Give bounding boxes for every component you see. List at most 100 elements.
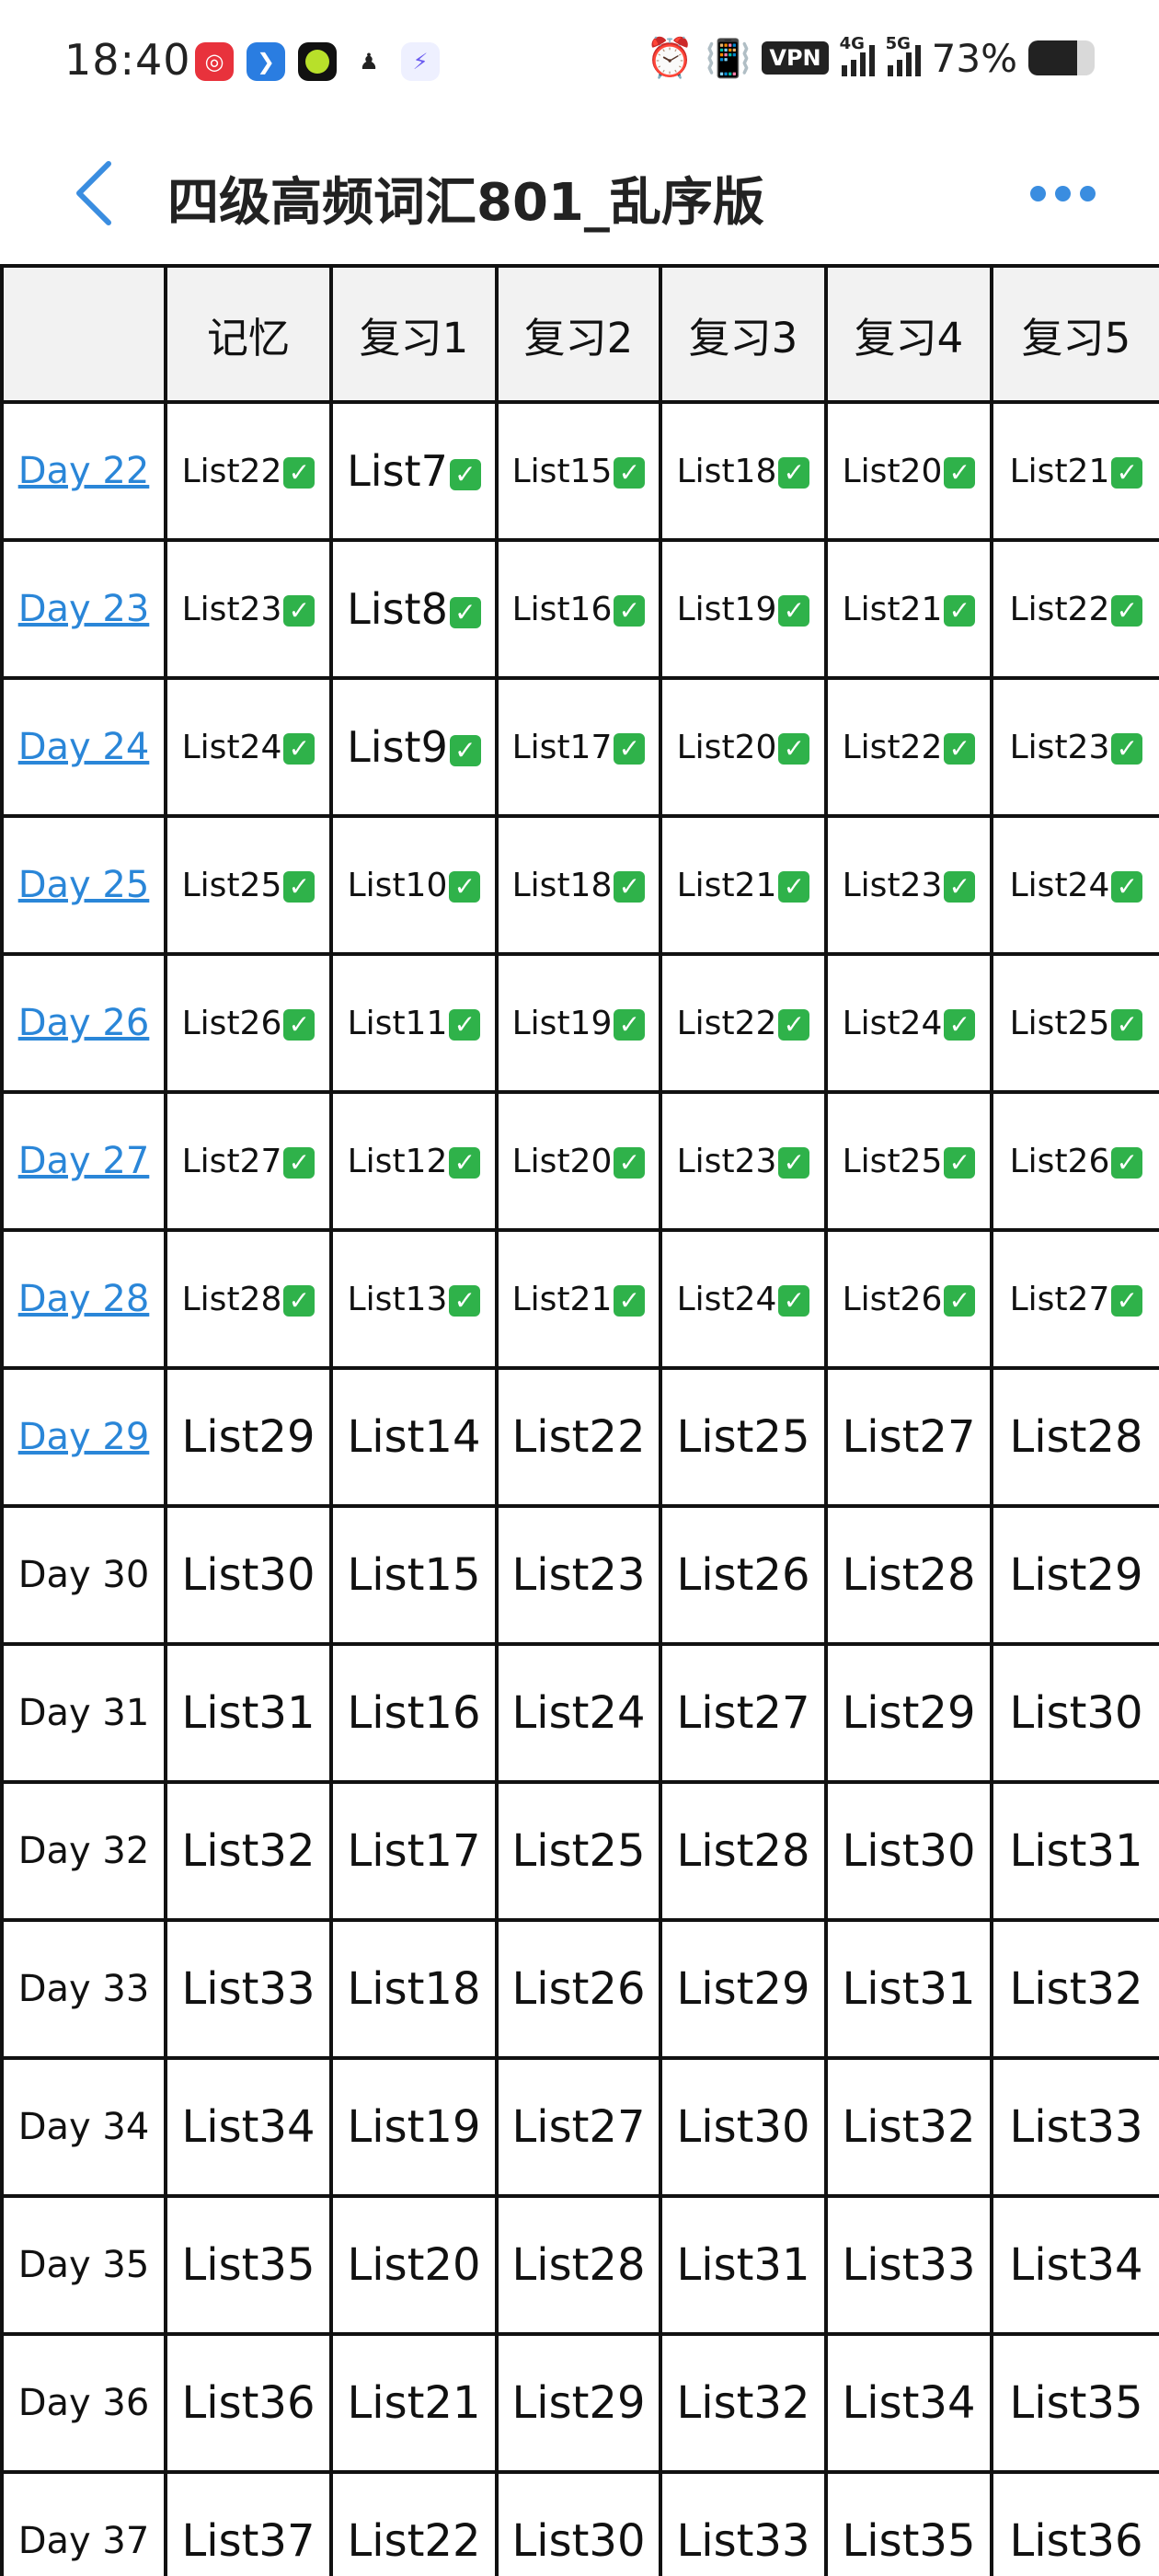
list-cell-label: List16 <box>511 590 613 628</box>
check-mark-icon: ✓ <box>1111 594 1143 627</box>
list-cell: List13 ✓ <box>329 1228 499 1370</box>
table-row: Day 34 List34 List19 List27 List30 List32 List… <box>0 2056 1159 2198</box>
list-cell-label: List15 <box>511 452 613 490</box>
check-mark-icon: ✓ <box>449 1008 481 1041</box>
back-button[interactable] <box>64 156 129 230</box>
column-header: 复习4 <box>824 264 993 404</box>
list-cell: List25 <box>495 1780 662 1922</box>
list-cell-label: List24 <box>1009 866 1110 904</box>
check-mark-icon: ✓ <box>1111 456 1143 489</box>
list-cell: List21 ✓ <box>824 538 993 680</box>
column-header: 复习2 <box>495 264 662 404</box>
netease-music-icon: ◎ <box>195 42 234 81</box>
check-mark-icon: ✓ <box>944 732 976 765</box>
check-mark-icon: ✓ <box>449 1146 481 1179</box>
table-row: Day 32 List32 List17 List25 List28 List30 List… <box>0 1780 1159 1922</box>
list-cell: List30 <box>164 1504 333 1646</box>
list-cell-label: List20 <box>676 728 777 766</box>
list-cell: List29 <box>164 1366 333 1508</box>
check-mark-icon: ✓ <box>449 1284 481 1317</box>
list-cell: List34 <box>164 2056 333 2198</box>
check-mark-icon: ✓ <box>614 456 646 489</box>
table-row: Day 30 List30 List15 List23 List26 List28 List… <box>0 1504 1159 1646</box>
list-cell: List18 <box>329 1918 499 2060</box>
check-mark-icon: ✓ <box>449 596 481 628</box>
list-cell: List24 ✓ <box>659 1228 828 1370</box>
check-mark-icon: ✓ <box>778 870 810 903</box>
list-cell: List30 <box>824 1780 993 1922</box>
list-cell: List27 ✓ <box>990 1228 1159 1370</box>
list-cell-label: List20 <box>842 452 943 490</box>
list-cell: List7 ✓ <box>329 400 499 542</box>
list-cell-label: List22 <box>842 728 943 766</box>
list-cell-label: List26 <box>1009 1142 1110 1180</box>
list-cell-label: List23 <box>676 1142 777 1180</box>
notification-icons: ◎ ❯ ♟ ⚡ <box>195 42 440 81</box>
list-cell: List23 ✓ <box>164 538 333 680</box>
check-mark-icon: ✓ <box>449 734 481 766</box>
list-cell: List24 ✓ <box>990 814 1159 956</box>
list-cell-label: List7 <box>347 446 448 496</box>
schedule-table-container[interactable]: 记忆 复习1 复习2 复习3 复习4 复习5 Day 22 List22 ✓ List7 ✓ Lis… <box>0 264 1159 2576</box>
list-cell: List21 ✓ <box>659 814 828 956</box>
list-cell: List29 <box>824 1642 993 1784</box>
day-link[interactable]: Day 28 <box>0 1228 167 1370</box>
list-cell-label: List21 <box>676 866 777 904</box>
list-cell-label: List26 <box>181 1004 282 1042</box>
list-cell: List22 ✓ <box>824 676 993 818</box>
check-mark-icon: ✓ <box>614 1284 646 1317</box>
list-cell: List30 <box>495 2470 662 2576</box>
list-cell: List27 ✓ <box>164 1090 333 1232</box>
day-link[interactable]: Day 23 <box>0 538 167 680</box>
list-cell: List30 <box>659 2056 828 2198</box>
day-label: Day 31 <box>0 1642 167 1784</box>
list-cell: List26 ✓ <box>990 1090 1159 1232</box>
day-link[interactable]: Day 22 <box>0 400 167 542</box>
check-mark-icon: ✓ <box>778 1146 810 1179</box>
list-cell: List31 <box>659 2194 828 2336</box>
list-cell: List25 ✓ <box>824 1090 993 1232</box>
list-cell-label: List22 <box>1009 590 1110 628</box>
list-cell: List25 ✓ <box>164 814 333 956</box>
list-cell: List22 <box>329 2470 499 2576</box>
list-cell: List26 ✓ <box>164 952 333 1094</box>
table-row: Day 37 List37 List22 List30 List33 List35 List… <box>0 2470 1159 2576</box>
list-cell-label: List25 <box>181 866 282 904</box>
list-cell-label: List27 <box>181 1142 282 1180</box>
day-link[interactable]: Day 26 <box>0 952 167 1094</box>
list-cell-label: List24 <box>842 1004 943 1042</box>
check-mark-icon: ✓ <box>1111 732 1143 765</box>
table-row: Day 35 List35 List20 List28 List31 List33 List… <box>0 2194 1159 2336</box>
day-link[interactable]: Day 29 <box>0 1366 167 1508</box>
more-options-button[interactable] <box>1030 179 1104 207</box>
list-cell: List28 <box>990 1366 1159 1508</box>
day-link[interactable]: Day 25 <box>0 814 167 956</box>
list-cell: List26 ✓ <box>824 1228 993 1370</box>
list-cell-label: List10 <box>347 866 448 904</box>
feishu-icon: ❯ <box>247 42 285 81</box>
list-cell: List17 ✓ <box>495 676 662 818</box>
day-link[interactable]: Day 27 <box>0 1090 167 1232</box>
person-app-icon: ♟ <box>350 42 388 81</box>
list-cell: List18 ✓ <box>659 400 828 542</box>
green-dot-app-icon <box>298 42 337 81</box>
list-cell: List34 <box>990 2194 1159 2336</box>
battery-icon <box>1028 40 1095 75</box>
list-cell-label: List26 <box>842 1280 943 1318</box>
alarm-icon: ⏰ <box>646 35 694 80</box>
list-cell-label: List9 <box>347 722 448 772</box>
check-mark-icon: ✓ <box>1111 1008 1143 1041</box>
list-cell: List28 <box>659 1780 828 1922</box>
column-header: 复习5 <box>990 264 1159 404</box>
list-cell: List22 ✓ <box>164 400 333 542</box>
day-link[interactable]: Day 24 <box>0 676 167 818</box>
list-cell: List19 ✓ <box>495 952 662 1094</box>
list-cell: List23 ✓ <box>824 814 993 956</box>
table-row: Day 36 List36 List21 List29 List32 List34 List… <box>0 2332 1159 2474</box>
check-mark-icon: ✓ <box>944 1008 976 1041</box>
column-header: 记忆 <box>164 264 333 404</box>
list-cell: List20 <box>329 2194 499 2336</box>
check-mark-icon: ✓ <box>283 1146 316 1179</box>
list-cell: List31 <box>164 1642 333 1784</box>
list-cell: List31 <box>824 1918 993 2060</box>
